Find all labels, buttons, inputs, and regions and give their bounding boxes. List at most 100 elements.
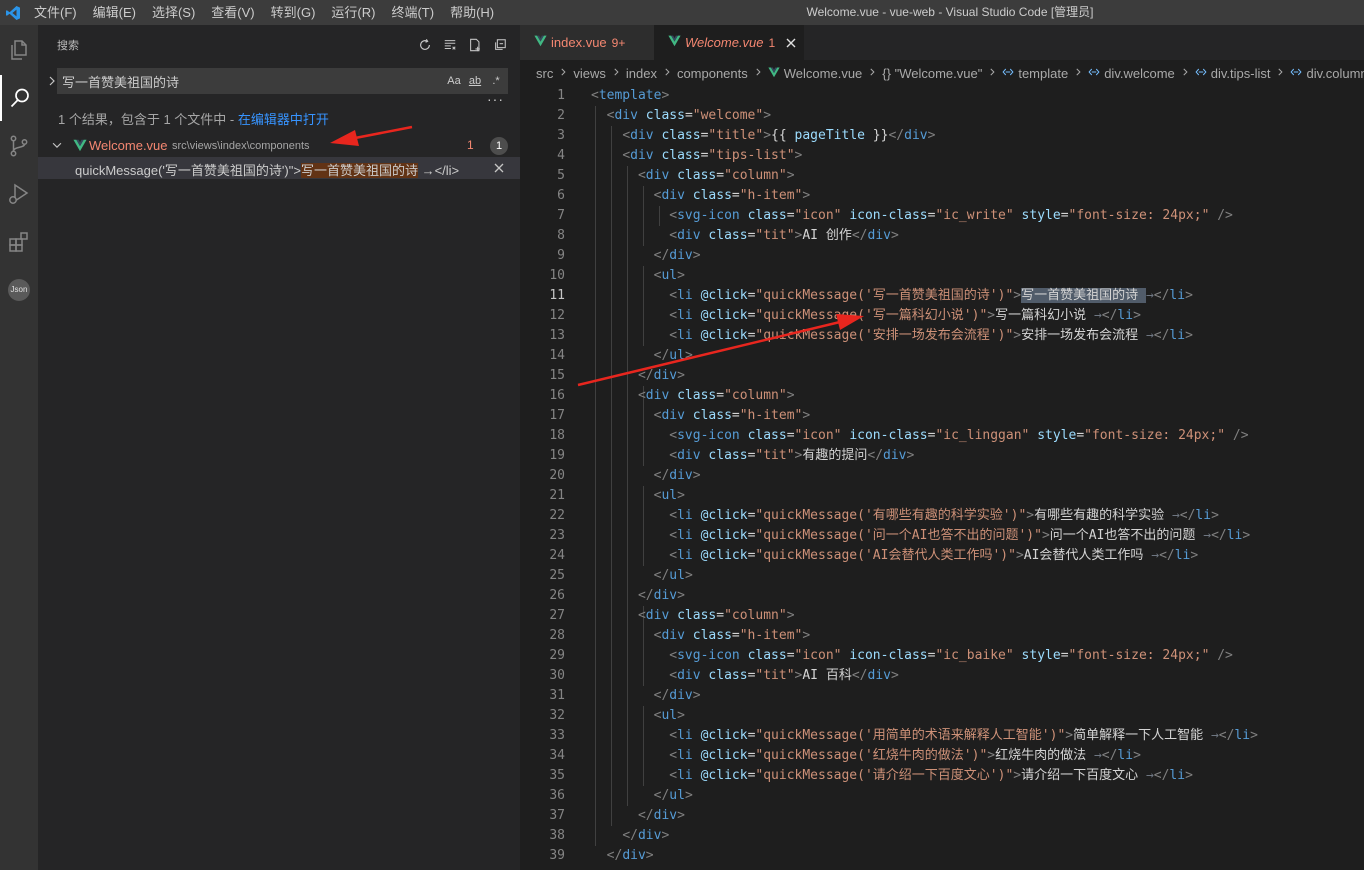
json-icon-label: Json bbox=[8, 279, 30, 301]
code-line[interactable]: 10 <ul> bbox=[520, 266, 1364, 286]
menu-item-5[interactable]: 运行(R) bbox=[323, 0, 383, 25]
breadcrumb-item-8[interactable]: div.tips-list bbox=[1195, 66, 1270, 81]
code-line[interactable]: 7 <svg-icon class="icon" icon-class="ic_… bbox=[520, 206, 1364, 226]
result-file-row[interactable]: Welcome.vue src\views\index\components 1… bbox=[38, 135, 520, 157]
breadcrumb-separator-icon bbox=[558, 66, 568, 80]
code-line[interactable]: 37 </div> bbox=[520, 806, 1364, 826]
code-line[interactable]: 22 <li @click="quickMessage('有哪些有趣的科学实验'… bbox=[520, 506, 1364, 526]
extensions-icon[interactable] bbox=[0, 219, 38, 265]
breadcrumb-item-1[interactable]: views bbox=[573, 66, 606, 81]
new-search-editor-icon[interactable] bbox=[467, 37, 483, 53]
use-regex-toggle[interactable]: .* bbox=[488, 75, 504, 87]
code-line[interactable]: 15 </div> bbox=[520, 366, 1364, 386]
breadcrumb-item-5[interactable]: {} "Welcome.vue" bbox=[882, 66, 982, 81]
refresh-icon[interactable] bbox=[417, 37, 433, 53]
search-input[interactable] bbox=[57, 69, 427, 93]
collapse-all-icon[interactable] bbox=[492, 37, 508, 53]
tab-index-vue[interactable]: index.vue 9+ bbox=[520, 25, 654, 60]
code-line[interactable]: 8 <div class="tit">AI 创作</div> bbox=[520, 226, 1364, 246]
line-number: 22 bbox=[549, 508, 565, 523]
code-line[interactable]: 25 </ul> bbox=[520, 566, 1364, 586]
menu-item-6[interactable]: 终端(T) bbox=[383, 0, 442, 25]
breadcrumb-item-0[interactable]: src bbox=[536, 66, 553, 81]
code-line[interactable]: 35 <li @click="quickMessage('请介绍一下百度文心')… bbox=[520, 766, 1364, 786]
code-token: "quickMessage('问一个AI也答不出的问题')" bbox=[755, 528, 1042, 543]
element-symbol-icon bbox=[1290, 66, 1303, 81]
close-tab-icon[interactable] bbox=[783, 35, 799, 51]
match-case-toggle[interactable]: Aa bbox=[446, 75, 462, 87]
line-number: 19 bbox=[549, 448, 565, 463]
code-line[interactable]: 39 </div> bbox=[520, 846, 1364, 866]
code-line[interactable]: 12 <li @click="quickMessage('写一篇科幻小说')">… bbox=[520, 306, 1364, 326]
code-line[interactable]: 11 <li @click="quickMessage('写一首赞美祖国的诗')… bbox=[520, 286, 1364, 306]
code-line[interactable]: 17 <div class="h-item"> bbox=[520, 406, 1364, 426]
breadcrumb-item-2[interactable]: index bbox=[626, 66, 657, 81]
source-control-icon[interactable] bbox=[0, 123, 38, 169]
breadcrumb-item-7[interactable]: div.welcome bbox=[1088, 66, 1175, 81]
clear-results-icon[interactable] bbox=[442, 37, 458, 53]
breadcrumb-item-4[interactable]: Welcome.vue bbox=[768, 66, 862, 81]
code-line[interactable]: 33 <li @click="quickMessage('用简单的术语来解释人工… bbox=[520, 726, 1364, 746]
code-line[interactable]: 16 <div class="column"> bbox=[520, 386, 1364, 406]
menu-item-3[interactable]: 查看(V) bbox=[203, 0, 262, 25]
code-token: class bbox=[747, 208, 787, 223]
code-line[interactable]: 31 </div> bbox=[520, 686, 1364, 706]
code-token: class bbox=[677, 388, 717, 403]
code-line[interactable]: 1 <template> bbox=[520, 86, 1364, 106]
code-line[interactable]: 34 <li @click="quickMessage('红烧牛肉的做法')">… bbox=[520, 746, 1364, 766]
code-token: </ bbox=[1101, 748, 1118, 763]
code-line[interactable]: 19 <div class="tit">有趣的提问</div> bbox=[520, 446, 1364, 466]
code-line[interactable]: 23 <li @click="quickMessage('问一个AI也答不出的问… bbox=[520, 526, 1364, 546]
code-editor[interactable]: 1 <template> 2 <div class="welcome"> 3 <div… bbox=[520, 86, 1364, 870]
search-icon[interactable] bbox=[0, 75, 38, 121]
code-line[interactable]: 28 <div class="h-item"> bbox=[520, 626, 1364, 646]
code-line[interactable]: 9 </div> bbox=[520, 246, 1364, 266]
json-icon[interactable]: Json bbox=[0, 267, 38, 313]
code-token: "quickMessage('安排一场发布会流程')" bbox=[755, 328, 1014, 343]
code-token: = bbox=[786, 648, 795, 663]
code-line[interactable]: 29 <svg-icon class="icon" icon-class="ic… bbox=[520, 646, 1364, 666]
breadcrumb-item-3[interactable]: components bbox=[677, 66, 748, 81]
code-line[interactable]: 30 <div class="tit">AI 百科</div> bbox=[520, 666, 1364, 686]
code-token: > bbox=[645, 848, 654, 863]
search-match-row[interactable]: quickMessage('写一首赞美祖国的诗')">写一首赞美祖国的诗 →</… bbox=[38, 157, 520, 179]
code-line[interactable]: 38 </div> bbox=[520, 826, 1364, 846]
explorer-icon[interactable] bbox=[0, 27, 38, 73]
code-line[interactable]: 6 <div class="h-item"> bbox=[520, 186, 1364, 206]
more-options-icon[interactable]: ··· bbox=[487, 91, 504, 107]
code-token: 有趣的提问 bbox=[802, 448, 868, 463]
code-line[interactable]: 2 <div class="welcome"> bbox=[520, 106, 1364, 126]
code-token: > bbox=[684, 568, 693, 583]
run-debug-icon[interactable] bbox=[0, 171, 38, 217]
code-line[interactable]: 20 </div> bbox=[520, 466, 1364, 486]
code-line[interactable]: 26 </div> bbox=[520, 586, 1364, 606]
dismiss-match-icon[interactable] bbox=[491, 160, 507, 176]
code-line[interactable]: 36 </ul> bbox=[520, 786, 1364, 806]
code-line[interactable]: 18 <svg-icon class="icon" icon-class="ic… bbox=[520, 426, 1364, 446]
menu-item-0[interactable]: 文件(F) bbox=[26, 0, 85, 25]
code-line[interactable]: 24 <li @click="quickMessage('AI会替代人类工作吗'… bbox=[520, 546, 1364, 566]
code-line[interactable]: 5 <div class="column"> bbox=[520, 166, 1364, 186]
code-line[interactable]: 4 <div class="tips-list"> bbox=[520, 146, 1364, 166]
breadcrumb-item-6[interactable]: template bbox=[1002, 66, 1068, 81]
code-line[interactable]: 21 <ul> bbox=[520, 486, 1364, 506]
match-whole-word-toggle[interactable]: ab bbox=[467, 75, 483, 87]
menu-item-2[interactable]: 选择(S) bbox=[144, 0, 203, 25]
tab-welcome-vue[interactable]: Welcome.vue 1 bbox=[654, 25, 804, 60]
menu-item-1[interactable]: 编辑(E) bbox=[85, 0, 144, 25]
line-number: 32 bbox=[549, 708, 565, 723]
code-line[interactable]: 14 </ul> bbox=[520, 346, 1364, 366]
code-line[interactable]: 27 <div class="column"> bbox=[520, 606, 1364, 626]
menu-item-4[interactable]: 转到(G) bbox=[263, 0, 324, 25]
menu-item-7[interactable]: 帮助(H) bbox=[442, 0, 502, 25]
breadcrumb-item-9[interactable]: div.column bbox=[1290, 66, 1364, 81]
open-in-editor-link[interactable]: 在编辑器中打开 bbox=[238, 112, 329, 127]
code-line[interactable]: 3 <div class="title">{{ pageTitle }}</di… bbox=[520, 126, 1364, 146]
code-token: @click bbox=[700, 508, 748, 523]
chevron-down-icon[interactable] bbox=[50, 138, 64, 157]
summary-text: 1 个结果，包含于 1 个文件中 - bbox=[58, 112, 238, 127]
code-line[interactable]: 32 <ul> bbox=[520, 706, 1364, 726]
code-line[interactable]: 13 <li @click="quickMessage('安排一场发布会流程')… bbox=[520, 326, 1364, 346]
code-token: </ bbox=[653, 568, 670, 583]
